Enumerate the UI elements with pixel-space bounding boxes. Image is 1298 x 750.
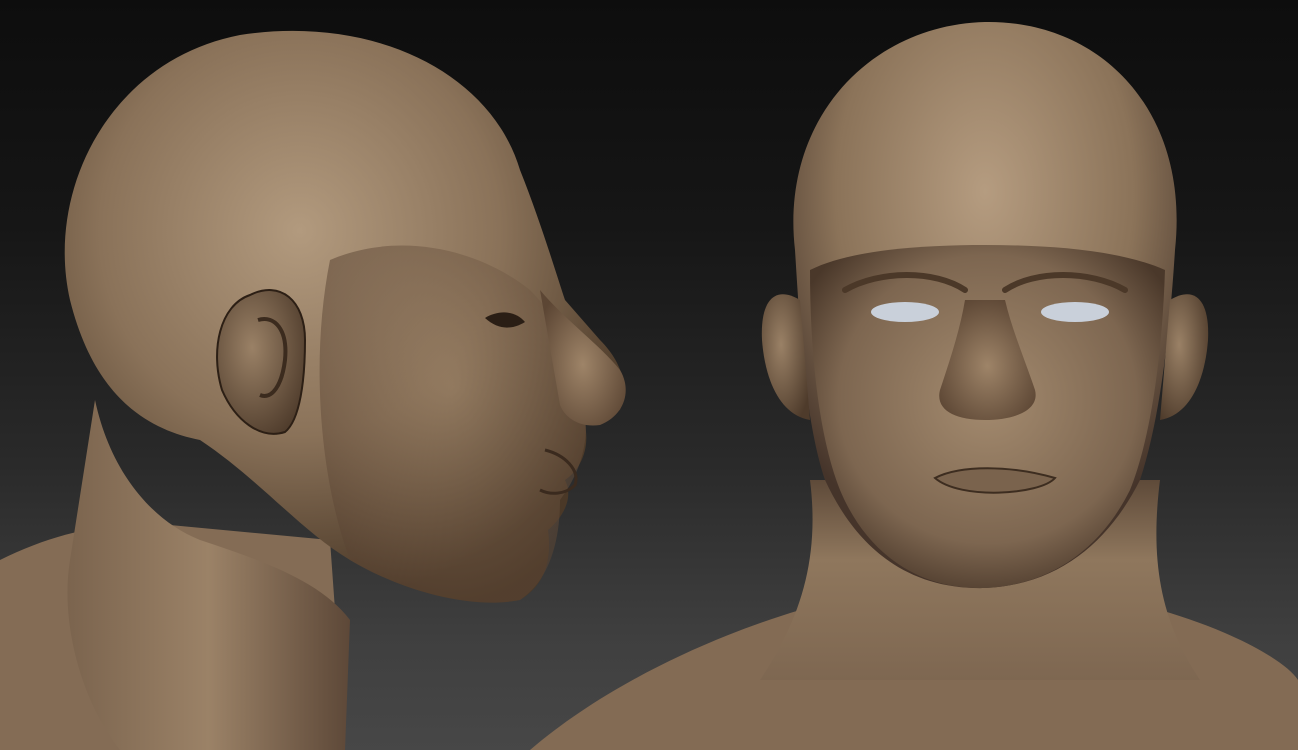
front-view-head xyxy=(530,21,1298,750)
render-canvas xyxy=(0,21,1298,750)
viewport xyxy=(0,0,1298,750)
front-eye-right xyxy=(1041,302,1109,322)
side-view-head xyxy=(0,30,626,750)
front-eye-left xyxy=(871,302,939,322)
